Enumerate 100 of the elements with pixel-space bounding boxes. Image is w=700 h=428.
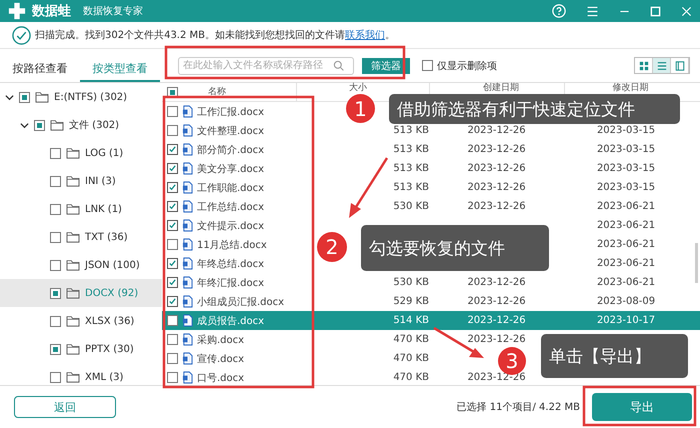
contact-us-link[interactable]: 联系我们 (345, 30, 386, 41)
folder-icon (66, 371, 80, 383)
word-file-icon (182, 219, 193, 232)
step-number: 1 (346, 94, 375, 123)
created-date: 2023-12-26 (467, 277, 526, 288)
checkbox[interactable] (167, 296, 178, 307)
column-header[interactable]: 修改日期 (612, 83, 648, 93)
select-all-checkbox[interactable] (167, 86, 178, 98)
checkbox[interactable] (167, 125, 178, 136)
checkbox[interactable] (167, 258, 178, 269)
tree-item-label: LNK (1) (85, 204, 122, 214)
file-name: 美文分享.docx (197, 162, 264, 176)
back-button[interactable]: 返回 (14, 396, 116, 418)
step-number: 2 (317, 232, 347, 262)
checkbox[interactable] (167, 106, 178, 117)
cross-logo-icon (8, 2, 26, 20)
tree-item-label: DOCX (92) (85, 288, 138, 298)
menu-icon[interactable] (586, 4, 599, 18)
selection-summary: 已选择 11个项目/ 4.22 MB (456, 400, 580, 414)
tree-item[interactable]: TXT (36) (0, 223, 162, 251)
checkbox[interactable] (167, 220, 178, 231)
word-file-icon (182, 295, 193, 308)
checkbox[interactable] (167, 144, 178, 155)
checkbox[interactable] (167, 163, 178, 174)
tree-item-label: XML (3) (85, 372, 124, 382)
file-name: 工作汇报.docx (197, 106, 264, 118)
column-header[interactable]: 大小 (349, 83, 367, 93)
file-size: 530 KB (393, 201, 429, 212)
checkbox[interactable] (50, 372, 61, 382)
close-icon[interactable] (681, 6, 692, 16)
folder-icon (66, 259, 80, 271)
file-name: 部分简介.docx (197, 144, 264, 156)
tree-item[interactable]: LOG (1) (0, 139, 162, 167)
tree-item[interactable]: XML (3) (0, 363, 162, 391)
tree-item-label: E:(NTFS) (302) (54, 92, 128, 102)
column-header[interactable]: 名称 (208, 87, 226, 97)
checkbox[interactable] (50, 288, 61, 298)
grid-icon (638, 60, 648, 70)
checkbox[interactable] (422, 60, 433, 71)
list-view-button[interactable] (653, 58, 671, 73)
checkbox[interactable] (167, 372, 178, 383)
checkbox[interactable] (19, 92, 30, 102)
maximize-icon[interactable] (650, 6, 661, 16)
created-date: 2023-12-26 (467, 296, 526, 307)
view-tab[interactable]: 按类型查看 (80, 49, 160, 82)
chevron-icon[interactable] (20, 120, 29, 130)
checkbox[interactable] (50, 316, 61, 326)
file-name: 11月总结.docx (197, 238, 267, 252)
tree-item-label: 文件 (302) (69, 118, 120, 132)
word-file-icon (182, 181, 193, 194)
word-file-icon (182, 276, 193, 289)
tree-item[interactable]: 文件 (302) (0, 111, 162, 139)
checkbox[interactable] (167, 182, 178, 193)
file-size: 529 KB (393, 296, 429, 307)
checkbox[interactable] (50, 204, 61, 214)
checkbox[interactable] (50, 260, 61, 270)
export-button[interactable]: 导出 (592, 393, 692, 421)
checkbox[interactable] (167, 334, 178, 345)
modified-date: 2023-08-09 (596, 296, 656, 307)
checkbox[interactable] (50, 176, 61, 186)
file-size: 513 KB (393, 144, 429, 155)
help-icon[interactable] (552, 4, 566, 18)
file-name: 采购.docx (197, 334, 244, 346)
modified-date: 2023-06-21 (596, 258, 656, 269)
view-tab[interactable]: 按路径查看 (0, 49, 80, 82)
column-header[interactable]: 创建日期 (483, 83, 519, 93)
filter-button[interactable]: 筛选器 (362, 58, 410, 74)
tree-item[interactable]: PPTX (30) (0, 335, 162, 363)
checkbox[interactable] (34, 120, 45, 130)
modified-date: 2023-03-15 (596, 125, 656, 136)
modified-date: 2023-06-21 (596, 201, 656, 212)
checkbox[interactable] (167, 353, 178, 364)
checkbox[interactable] (50, 344, 61, 354)
tree-item[interactable]: XLSX (36) (0, 307, 162, 335)
scrollbar[interactable] (695, 243, 698, 283)
file-size: 470 KB (393, 372, 429, 383)
file-name: 口号.docx (197, 372, 244, 384)
created-date: 2023-12-26 (467, 372, 526, 383)
folder-icon (66, 203, 80, 215)
selected-row[interactable]: 成员报告.docx 514 KB 2023-12-26 2023-10-17 (162, 311, 700, 330)
file-name: 成员报告.docx (197, 314, 264, 328)
modified-date: 2023-03-15 (596, 182, 656, 193)
checkbox[interactable] (167, 315, 178, 326)
file-name: 工作职能.docx (197, 182, 264, 194)
created-date: 2023-12-26 (467, 163, 526, 174)
tree-item[interactable]: LNK (1) (0, 195, 162, 223)
tree-item[interactable]: E:(NTFS) (302) (0, 83, 162, 111)
checkbox[interactable] (50, 232, 61, 242)
chevron-icon[interactable] (5, 92, 14, 102)
word-file-icon (182, 200, 193, 213)
file-name: 年终总结.docx (197, 258, 264, 270)
file-size: 470 KB (393, 353, 429, 364)
checkbox[interactable] (167, 201, 178, 212)
checkbox[interactable] (50, 148, 61, 158)
checkbox[interactable] (167, 239, 178, 250)
list-icon (656, 60, 666, 70)
tree-item[interactable]: INI (3) (0, 167, 162, 195)
callout: 借助筛选器有利于快速定位文件 (389, 94, 680, 124)
tree-item[interactable]: JSON (100) (0, 251, 162, 279)
checkbox[interactable] (167, 277, 178, 288)
